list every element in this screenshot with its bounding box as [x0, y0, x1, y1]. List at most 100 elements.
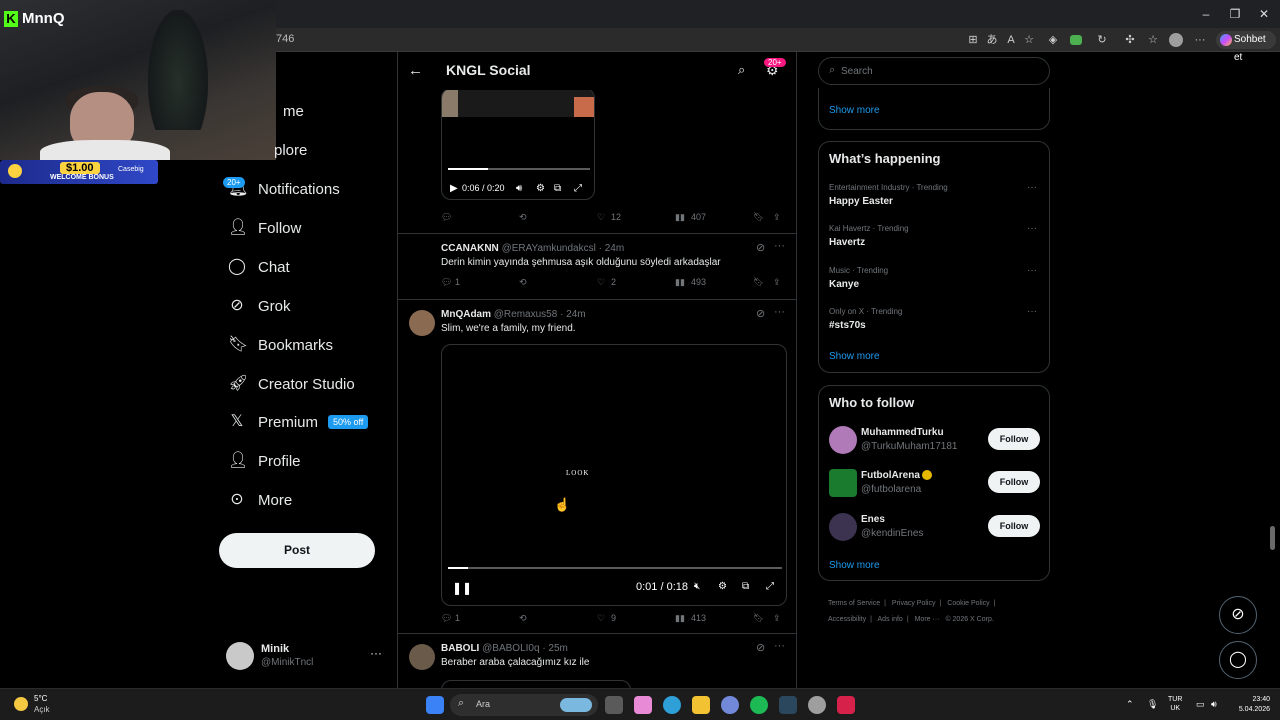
- app-icon[interactable]: [808, 696, 826, 714]
- trend-name[interactable]: Havertz: [829, 237, 865, 248]
- mute-icon[interactable]: 🔇︎: [694, 581, 700, 592]
- pause-icon[interactable]: ❚❚: [452, 581, 472, 595]
- more-icon[interactable]: ···: [774, 306, 785, 318]
- nav-grok[interactable]: ⊘ Grok: [228, 293, 290, 319]
- repost-icon[interactable]: ⟲: [519, 212, 527, 223]
- like-icon[interactable]: ♡: [597, 212, 605, 223]
- read-aloud-icon[interactable]: A: [1004, 33, 1018, 47]
- video-progress-bar[interactable]: [448, 567, 782, 569]
- footer-link[interactable]: Privacy Policy: [892, 600, 936, 607]
- tweet-author[interactable]: MnQAdam @Remaxus58 · 24m: [441, 309, 586, 320]
- search-icon[interactable]: ⌕: [738, 62, 745, 78]
- favorites-icon[interactable]: ☆: [1146, 33, 1160, 47]
- search-input[interactable]: ⌕ Search: [818, 57, 1050, 85]
- address-text[interactable]: 746: [276, 33, 294, 45]
- input-language[interactable]: TUR UK: [1168, 695, 1182, 713]
- browser-menu-icon[interactable]: ···: [1193, 33, 1207, 47]
- more-icon[interactable]: ···: [774, 640, 785, 652]
- chat-float-button[interactable]: ◯: [1219, 641, 1257, 679]
- play-icon[interactable]: ▶: [450, 183, 458, 194]
- extension-battery-icon[interactable]: [1070, 35, 1082, 45]
- follow-button[interactable]: Follow: [988, 515, 1040, 537]
- grok-icon[interactable]: ⊘: [756, 241, 765, 254]
- footer-link[interactable]: More ···: [915, 616, 940, 623]
- reply-icon[interactable]: 💬︎: [441, 613, 452, 624]
- volume-icon[interactable]: 🔊︎: [516, 183, 522, 194]
- pip-icon[interactable]: ⧉: [554, 183, 561, 194]
- share-icon[interactable]: ⇪: [773, 613, 781, 624]
- back-arrow-icon[interactable]: ←: [408, 62, 423, 79]
- views-icon[interactable]: ▮▮: [675, 212, 685, 223]
- tweet-author[interactable]: CCANAKNN @ERAYamkundakcsl · 24m: [441, 243, 624, 254]
- trend-name[interactable]: Happy Easter: [829, 196, 893, 207]
- trend-name[interactable]: Kanye: [829, 279, 859, 290]
- bookmark-icon[interactable]: 🔖︎: [753, 212, 764, 223]
- reply-icon[interactable]: 💬︎: [441, 277, 452, 288]
- show-more-link[interactable]: Show more: [829, 105, 880, 116]
- tweet-media[interactable]: [441, 680, 631, 688]
- footer-link[interactable]: Accessibility: [828, 616, 866, 623]
- network-icon[interactable]: ▭: [1196, 699, 1205, 710]
- steam-icon[interactable]: [779, 696, 797, 714]
- grok-float-button[interactable]: ⊘: [1219, 596, 1257, 634]
- app-available-icon[interactable]: ⊞: [966, 33, 980, 47]
- footer-link[interactable]: Cookie Policy: [947, 600, 989, 607]
- favorite-star-icon[interactable]: ☆: [1022, 33, 1036, 47]
- app-icon[interactable]: [837, 696, 855, 714]
- weather-temp[interactable]: 5°C: [34, 694, 47, 703]
- views-icon[interactable]: ▮▮: [675, 277, 685, 288]
- more-icon[interactable]: ···: [1027, 265, 1037, 276]
- copilot-app-icon[interactable]: [634, 696, 652, 714]
- video-player[interactable]: LOOK ☝ ❚❚ 0:01 / 0:18 🔇︎ ⚙ ⧉ ⤢: [441, 344, 787, 606]
- edge-icon[interactable]: [663, 696, 681, 714]
- translate-icon[interactable]: あ: [985, 33, 999, 47]
- video-progress-bar[interactable]: [448, 168, 590, 170]
- extension-shield-icon[interactable]: ◈: [1046, 33, 1060, 47]
- tweet-author[interactable]: BABOLI @BABOLI0q · 25m: [441, 643, 568, 654]
- tweet-card[interactable]: MnQAdam @Remaxus58 · 24m Slim, we're a f…: [398, 300, 796, 634]
- discord-icon[interactable]: [721, 696, 739, 714]
- avatar[interactable]: [409, 310, 435, 336]
- show-more-link[interactable]: Show more: [829, 351, 880, 362]
- more-icon[interactable]: ···: [370, 646, 382, 660]
- footer-link[interactable]: Terms of Service: [828, 600, 880, 607]
- extensions-icon[interactable]: ✣: [1123, 33, 1137, 47]
- windows-start-icon[interactable]: [426, 696, 444, 714]
- grok-icon[interactable]: ⊘: [756, 641, 765, 654]
- more-icon[interactable]: ···: [774, 240, 785, 252]
- more-icon[interactable]: ···: [1027, 182, 1037, 193]
- more-icon[interactable]: ···: [1027, 306, 1037, 317]
- tweet-card[interactable]: BABOLI @BABOLI0q · 25m Beraber araba çal…: [398, 634, 796, 688]
- spotify-icon[interactable]: [750, 696, 768, 714]
- avatar[interactable]: [409, 644, 435, 670]
- suggested-user-name[interactable]: MuhammedTurku: [861, 427, 944, 438]
- follow-button[interactable]: Follow: [988, 428, 1040, 450]
- profile-avatar-icon[interactable]: [1169, 33, 1183, 47]
- volume-icon[interactable]: 🔊︎: [1211, 699, 1217, 710]
- clock[interactable]: 23:40 5.04.2026: [1226, 695, 1270, 715]
- repost-icon[interactable]: ⟲: [519, 277, 527, 288]
- nav-home[interactable]: me: [283, 98, 304, 124]
- views-icon[interactable]: ▮▮: [675, 613, 685, 624]
- avatar[interactable]: [829, 513, 857, 541]
- tweet-card[interactable]: CCANAKNN @ERAYamkundakcsl · 24m Derin ki…: [398, 234, 796, 300]
- fullscreen-icon[interactable]: ⤢: [766, 581, 774, 592]
- microphone-icon[interactable]: 🎙︎: [1147, 699, 1158, 710]
- fullscreen-icon[interactable]: ⤢: [574, 183, 582, 194]
- show-more-link[interactable]: Show more: [829, 560, 880, 571]
- task-view-icon[interactable]: [605, 696, 623, 714]
- suggested-user-name[interactable]: FutbolArena: [861, 470, 932, 481]
- bookmark-icon[interactable]: 🔖︎: [753, 277, 764, 288]
- share-icon[interactable]: ⇪: [773, 212, 781, 223]
- tray-chevron-icon[interactable]: ⌃: [1126, 699, 1134, 710]
- nav-creator-studio[interactable]: 🚀︎ Creator Studio: [228, 371, 355, 397]
- taskbar-search[interactable]: ⌕ Ara: [450, 694, 598, 716]
- video-player[interactable]: ▶ 0:06 / 0:20 🔊︎ ⚙ ⧉ ⤢: [441, 88, 595, 200]
- bookmark-icon[interactable]: 🔖︎: [753, 613, 764, 624]
- reply-icon[interactable]: 💬︎: [441, 212, 452, 223]
- nav-profile[interactable]: 👤︎ Profile: [228, 448, 301, 474]
- file-explorer-icon[interactable]: [692, 696, 710, 714]
- footer-link[interactable]: Ads info: [878, 616, 903, 623]
- more-icon[interactable]: ···: [1027, 223, 1037, 234]
- avatar[interactable]: [829, 469, 857, 497]
